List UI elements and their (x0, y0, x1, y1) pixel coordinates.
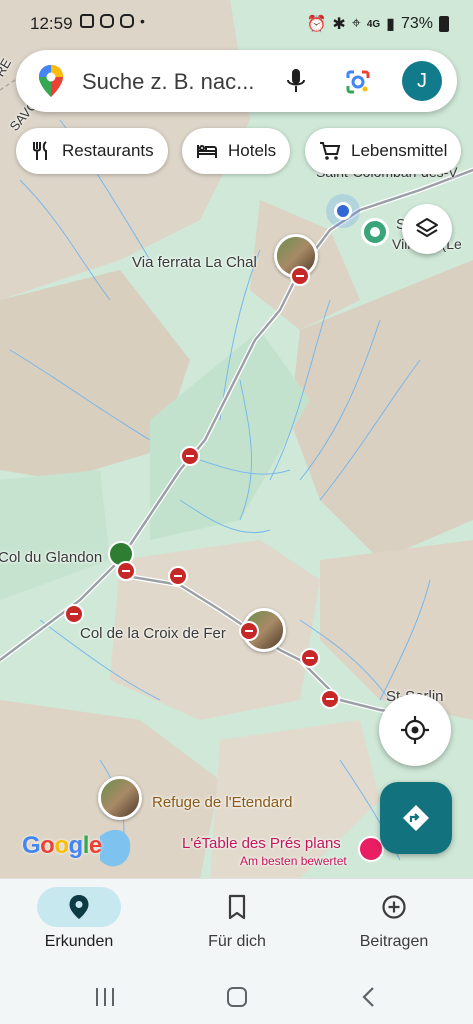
nav-contribute[interactable]: Beitragen (315, 879, 473, 971)
google-maps-icon (39, 65, 63, 97)
alarm-icon: ⏰ (306, 16, 327, 33)
nav-for-you[interactable]: Für dich (158, 879, 316, 971)
refuge-photo-pin[interactable] (98, 776, 142, 820)
chip-restaurants[interactable]: Restaurants (16, 128, 168, 174)
my-location-dot (334, 202, 352, 220)
road-closed-marker[interactable] (64, 604, 84, 624)
chip-label: Lebensmittel (351, 141, 448, 160)
home-icon[interactable] (224, 984, 250, 1010)
place-pin[interactable] (361, 218, 389, 246)
crosshair-icon (401, 716, 429, 744)
battery-percent: 73% (400, 15, 433, 32)
nav-label: Erkunden (44, 933, 114, 950)
nav-label: Beitragen (359, 933, 429, 950)
my-location-button[interactable] (379, 694, 451, 766)
status-time: 12:59 (30, 14, 73, 33)
road-closed-marker[interactable] (116, 561, 136, 581)
map-label-etable[interactable]: L'éTable des Prés plans (182, 835, 341, 852)
map-label-via-ferrata[interactable]: Via ferrata La Chal (132, 254, 257, 271)
layers-icon (416, 218, 438, 237)
back-icon[interactable] (356, 984, 382, 1010)
chip-label: Hotels (228, 141, 277, 160)
nav-explore[interactable]: Erkunden (0, 879, 158, 971)
road-closed-marker[interactable] (168, 566, 188, 586)
map-label-refuge[interactable]: Refuge de l'Etendard (152, 794, 292, 811)
directions-icon (403, 805, 429, 831)
instagram-icon (120, 14, 134, 28)
road-closed-marker[interactable] (320, 689, 340, 709)
google-logo: Google (22, 832, 102, 859)
road-closed-marker[interactable] (239, 621, 259, 641)
road-closed-marker[interactable] (180, 446, 200, 466)
status-bar: 12:59 • ⏰ ✱ ⌖ 4G ▮ 73% (0, 0, 473, 48)
chip-label: Restaurants (62, 141, 154, 160)
search-input[interactable]: Suche z. B. nac... (82, 69, 254, 95)
dot-icon: • (140, 13, 145, 29)
location-pin-icon (69, 895, 89, 919)
avatar[interactable]: J (402, 61, 442, 101)
system-navigation-bar (0, 970, 473, 1024)
bottom-navigation: Erkunden Für dich Beitragen (0, 878, 473, 970)
recent-apps-icon[interactable] (92, 984, 118, 1010)
microphone-icon[interactable] (284, 67, 308, 95)
nav-label: Für dich (208, 933, 266, 950)
bluetooth-icon: ✱ (332, 16, 346, 33)
chip-groceries[interactable]: Lebensmittel (305, 128, 462, 174)
instagram-icon (100, 14, 114, 28)
map-label-etable-sub: Am besten bewertet (240, 854, 347, 868)
cart-icon (320, 142, 341, 160)
bed-icon (197, 145, 217, 158)
maps-screen: RE SAVO Saint-Colomban-des-V S Villards … (0, 0, 473, 1024)
gallery-icon (80, 14, 94, 28)
add-circle-icon (382, 895, 406, 919)
signal-icon: ▮ (386, 16, 395, 33)
chip-hotels[interactable]: Hotels (182, 128, 291, 174)
notification-icons: • (80, 14, 145, 28)
layers-button[interactable] (402, 204, 452, 254)
map-label-col-croix-de-fer[interactable]: Col de la Croix de Fer (80, 625, 226, 642)
search-bar[interactable]: Suche z. B. nac... J (16, 50, 457, 112)
network-type: 4G (366, 18, 381, 30)
google-lens-icon[interactable] (344, 68, 372, 96)
map-label-col-du-glandon[interactable]: Col du Glandon (0, 549, 102, 566)
location-icon: ⌖ (351, 15, 361, 32)
battery-icon (439, 16, 449, 32)
road-closed-marker[interactable] (290, 266, 310, 286)
road-closed-marker[interactable] (300, 648, 320, 668)
bookmark-icon (228, 894, 246, 920)
directions-button[interactable] (380, 782, 452, 854)
status-right: ⏰ ✱ ⌖ 4G ▮ 73% (306, 14, 449, 34)
fork-knife-icon (33, 141, 47, 160)
